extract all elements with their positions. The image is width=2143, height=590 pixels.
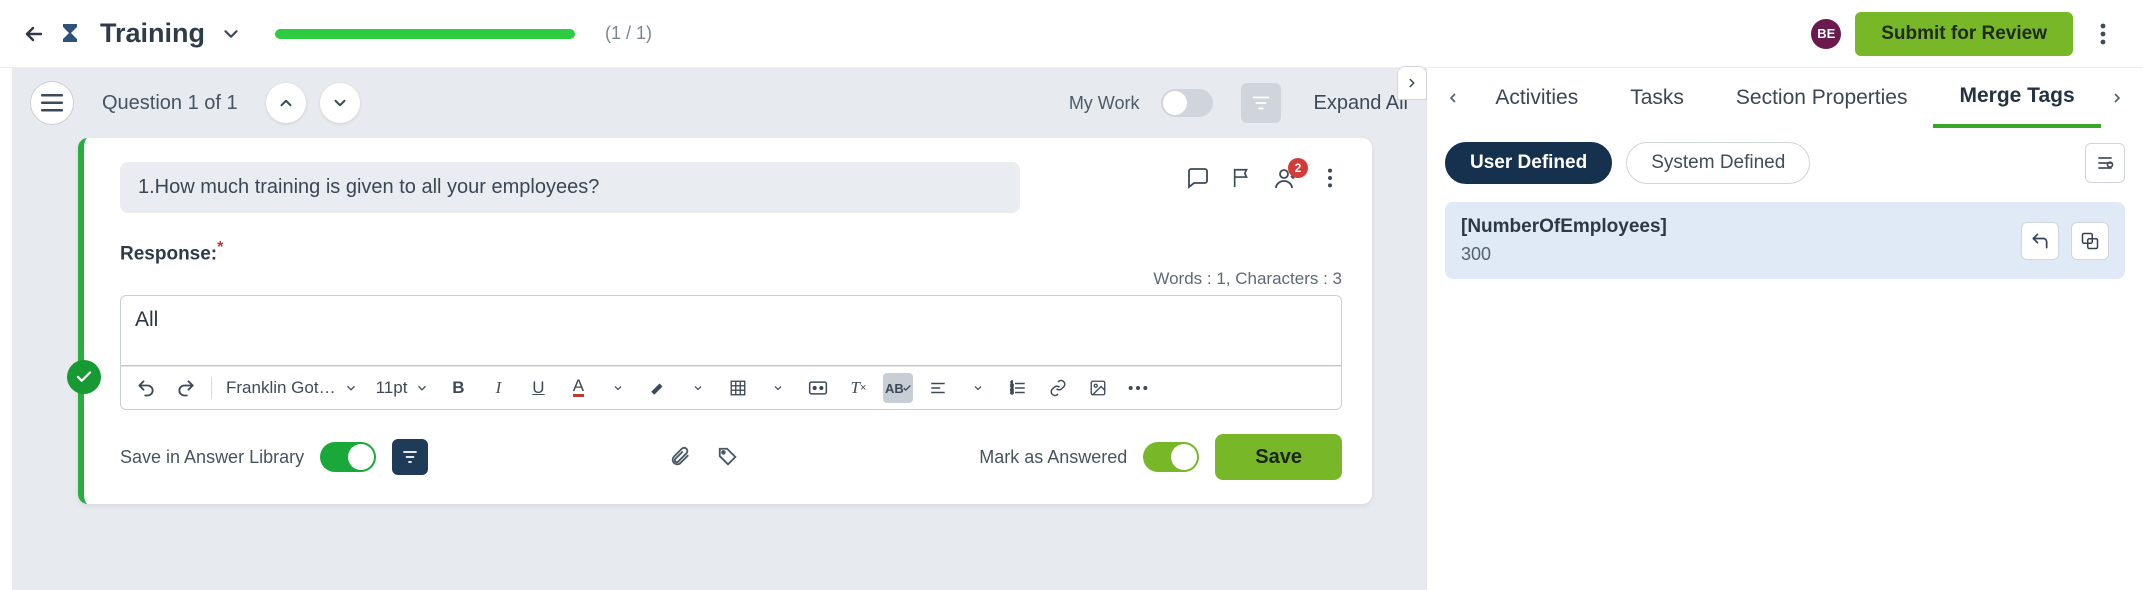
response-input[interactable]: All (121, 296, 1341, 366)
mark-answered-toggle[interactable] (1143, 442, 1199, 472)
merge-tag-row: [NumberOfEmployees] 300 (1445, 202, 2125, 279)
merge-tag-name: [NumberOfEmployees] (1461, 216, 2009, 238)
question-text: 1.How much training is given to all your… (120, 162, 1020, 213)
kebab-menu-icon[interactable] (2087, 14, 2119, 54)
clear-format-icon[interactable]: T× (843, 373, 873, 403)
my-work-toggle[interactable] (1161, 89, 1213, 117)
tag-icon[interactable] (716, 445, 740, 469)
left-strip (0, 68, 12, 590)
tabs-scroll-left-icon[interactable] (1437, 90, 1469, 106)
workspace-toolbar: Question 1 of 1 My Work Expand All (12, 68, 1426, 138)
table-icon[interactable] (723, 373, 753, 403)
tab-tasks[interactable]: Tasks (1604, 68, 1710, 128)
underline-icon[interactable]: U (523, 373, 553, 403)
link-icon[interactable] (1043, 373, 1073, 403)
merge-tag-copy-icon[interactable] (2071, 222, 2109, 260)
list-icon[interactable]: 123 (1003, 373, 1033, 403)
filter-system-defined[interactable]: System Defined (1626, 142, 1810, 184)
progress-text: (1 / 1) (605, 23, 652, 44)
bold-icon[interactable]: B (443, 373, 473, 403)
collapse-right-panel-icon[interactable] (1397, 66, 1427, 100)
save-library-toggle[interactable] (320, 442, 376, 472)
filter-user-defined[interactable]: User Defined (1445, 142, 1612, 184)
response-editor: All Franklin Got… 11pt B I U (120, 295, 1342, 410)
progress-bar (275, 29, 575, 39)
tab-merge-tags[interactable]: Merge Tags (1933, 68, 2100, 128)
attachment-icon[interactable] (668, 445, 692, 469)
merge-tag-insert-icon[interactable] (2021, 222, 2059, 260)
highlight-chevron-icon[interactable] (683, 373, 713, 403)
prev-question-button[interactable] (266, 83, 306, 123)
spellcheck-icon[interactable]: AB (883, 373, 913, 403)
tab-activities[interactable]: Activities (1469, 68, 1604, 128)
title-chevron-down-icon[interactable] (219, 22, 243, 46)
avatar[interactable]: BE (1811, 19, 1841, 49)
back-icon[interactable] (22, 22, 46, 46)
font-family-select[interactable]: Franklin Got… (222, 378, 362, 398)
status-complete-icon (67, 360, 101, 394)
assignee-icon[interactable]: 2 (1274, 166, 1298, 190)
align-icon[interactable] (923, 373, 953, 403)
right-panel: Activities Tasks Section Properties Merg… (1426, 68, 2143, 590)
question-actions: 2 (1186, 166, 1342, 190)
text-color-chevron-icon[interactable] (603, 373, 633, 403)
undo-icon[interactable] (131, 373, 161, 403)
library-settings-icon[interactable] (392, 439, 428, 475)
more-icon[interactable] (1123, 373, 1153, 403)
editor-toolbar: Franklin Got… 11pt B I U A (121, 366, 1341, 409)
submit-for-review-button[interactable]: Submit for Review (1855, 12, 2073, 56)
save-button[interactable]: Save (1215, 434, 1342, 480)
table-chevron-icon[interactable] (763, 373, 793, 403)
hourglass-icon (60, 21, 80, 47)
workspace: Question 1 of 1 My Work Expand All 1.How… (12, 68, 1426, 590)
merge-tag-value: 300 (1461, 244, 2009, 265)
mark-answered-label: Mark as Answered (979, 447, 1127, 468)
comment-icon[interactable] (1186, 166, 1210, 190)
question-kebab-icon[interactable] (1318, 166, 1342, 190)
redo-icon[interactable] (171, 373, 201, 403)
save-library-label: Save in Answer Library (120, 447, 304, 468)
assignee-badge: 2 (1288, 158, 1308, 178)
filter-icon[interactable] (1241, 83, 1281, 123)
svg-text:3: 3 (1011, 390, 1014, 396)
page-title: Training (100, 18, 205, 49)
merge-tags-settings-icon[interactable] (2085, 143, 2125, 183)
italic-icon[interactable]: I (483, 373, 513, 403)
highlight-icon[interactable] (643, 373, 673, 403)
expand-all-button[interactable]: Expand All (1313, 92, 1408, 115)
merge-tags-filter-row: User Defined System Defined (1427, 128, 2143, 194)
question-card: 1.How much training is given to all your… (78, 138, 1372, 504)
progress-fill (275, 29, 575, 39)
image-icon[interactable] (1083, 373, 1113, 403)
right-panel-tabs: Activities Tasks Section Properties Merg… (1427, 68, 2143, 128)
align-chevron-icon[interactable] (963, 373, 993, 403)
flag-icon[interactable] (1230, 166, 1254, 190)
font-size-select[interactable]: 11pt (372, 378, 434, 398)
tab-section-properties[interactable]: Section Properties (1710, 68, 1934, 128)
hamburger-icon[interactable] (30, 81, 74, 125)
merge-tag-icon[interactable] (803, 373, 833, 403)
my-work-label: My Work (1069, 93, 1140, 114)
next-question-button[interactable] (320, 83, 360, 123)
tabs-scroll-right-icon[interactable] (2101, 90, 2133, 106)
card-footer: Save in Answer Library Mark as Answered … (120, 434, 1342, 480)
top-bar: Training (1 / 1) BE Submit for Review (0, 0, 2143, 68)
text-color-icon[interactable]: A (563, 373, 593, 403)
response-label: Response:* (120, 239, 1342, 265)
question-counter: Question 1 of 1 (102, 92, 238, 115)
word-char-count: Words : 1, Characters : 3 (120, 269, 1342, 289)
